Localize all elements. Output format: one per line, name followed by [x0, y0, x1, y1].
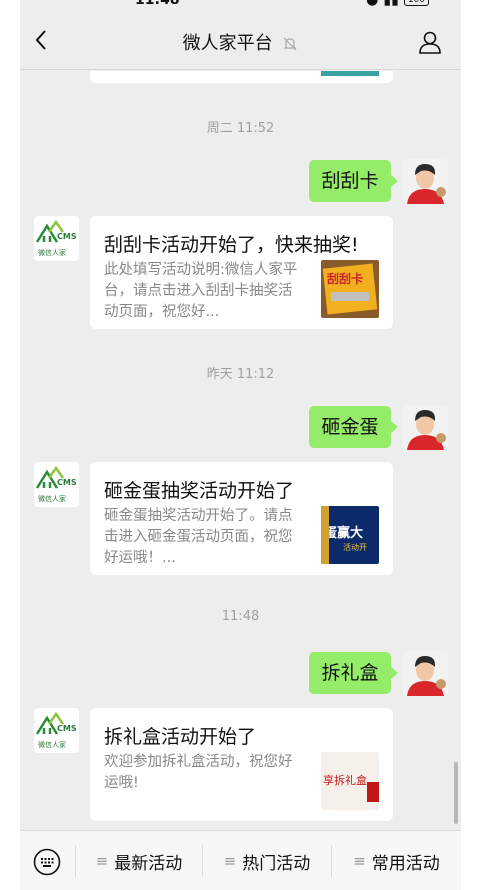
keyboard-toggle-button[interactable]: [33, 848, 61, 876]
bell-off-icon: [283, 37, 297, 51]
cms-avatar-brand: CMS: [57, 232, 77, 241]
user-avatar-image: [403, 159, 448, 204]
cms-avatar-caption: 微信人家: [38, 495, 66, 503]
user-avatar-image: [403, 405, 448, 450]
chat-area: 周二 11:52 刮刮卡 CMS 微信人家 刮刮卡活动开始了，快来抽奖! 此处填…: [20, 71, 461, 829]
cms-avatar[interactable]: CMS 微信人家: [34, 462, 79, 507]
chat-title-area: 微人家平台: [20, 29, 461, 55]
timestamp: 11:48: [221, 609, 260, 624]
cms-avatar-caption: 微信人家: [38, 741, 66, 749]
cms-avatar[interactable]: CMS 微信人家: [34, 216, 79, 261]
alarm-icon: ●: [366, 0, 379, 8]
outgoing-message[interactable]: 刮刮卡: [309, 160, 398, 202]
thumbnail-sub-label: 活动开: [343, 543, 367, 552]
menu-item-label: 常用活动: [371, 853, 440, 874]
golden-egg-thumbnail: 蛋赢大 活动开: [321, 506, 379, 564]
gift-box-thumbnail: 享拆礼盒: [321, 752, 379, 810]
menu-list-icon: ≡: [95, 852, 109, 870]
keyboard-icon: [33, 848, 61, 876]
card-title: 拆礼盒活动开始了: [104, 726, 257, 748]
status-icons: ● ▮▮ 100: [366, 0, 429, 8]
nav-bar: 微人家平台: [20, 10, 461, 70]
outgoing-message[interactable]: 拆礼盒: [309, 652, 398, 694]
bottom-menu-bar: ≡ 最新活动 ≡ 热门活动 ≡ 常用活动: [20, 830, 461, 890]
status-time: 11:48: [135, 0, 180, 8]
card-title: 刮刮卡活动开始了，快来抽奖!: [104, 234, 359, 256]
menu-hot-activities[interactable]: ≡ 热门活动: [203, 831, 331, 890]
activity-card[interactable]: 砸金蛋抽奖活动开始了 砸金蛋抽奖活动开始了。请点击进入砸金蛋活动页面，祝您好运哦…: [90, 462, 393, 575]
scratch-card-thumbnail: 刮刮卡: [321, 260, 379, 318]
battery-icon: 100: [403, 0, 429, 6]
chat-title: 微人家平台: [182, 33, 273, 54]
user-avatar-image: [403, 651, 448, 696]
profile-button[interactable]: [417, 29, 443, 55]
scrollbar-thumb[interactable]: [454, 762, 458, 824]
user-avatar[interactable]: [403, 405, 448, 450]
menu-common-activities[interactable]: ≡ 常用活动: [332, 831, 461, 890]
timestamp: 周二 11:52: [206, 121, 275, 136]
cms-avatar-brand: CMS: [57, 478, 77, 487]
timestamp: 昨天 11:12: [206, 367, 275, 382]
menu-list-icon: ≡: [223, 852, 237, 870]
thumbnail-label: 享拆礼盒: [323, 774, 367, 787]
previous-card[interactable]: [90, 71, 393, 83]
signal-icon: ▮▮: [383, 0, 399, 8]
user-avatar[interactable]: [403, 651, 448, 696]
user-avatar[interactable]: [403, 159, 448, 204]
phone-screen: 11:48 ● ▮▮ 100 微人家平台 周二 11:52 刮刮卡 CMS 微信…: [20, 0, 461, 890]
menu-latest-activities[interactable]: ≡ 最新活动: [76, 831, 202, 890]
menu-list-icon: ≡: [353, 852, 366, 870]
card-description: 此处填写活动说明:微信人家平台，请点击进入刮刮卡抽奖活动页面，祝您好...: [104, 262, 298, 320]
cms-avatar-caption: 微信人家: [38, 249, 66, 257]
previous-card-thumb: [321, 71, 379, 76]
cms-avatar[interactable]: CMS 微信人家: [34, 708, 79, 753]
outgoing-message[interactable]: 砸金蛋: [309, 406, 398, 448]
thumbnail-label: 蛋赢大: [324, 526, 364, 541]
person-icon: [419, 31, 441, 54]
card-description: 砸金蛋抽奖活动开始了。请点击进入砸金蛋活动页面，祝您好运哦！...: [104, 508, 293, 566]
menu-item-label: 热门活动: [242, 853, 311, 874]
thumbnail-label: 刮刮卡: [327, 272, 364, 286]
cms-avatar-brand: CMS: [57, 724, 77, 733]
status-bar: 11:48 ● ▮▮ 100: [20, 0, 461, 10]
activity-card[interactable]: 刮刮卡活动开始了，快来抽奖! 此处填写活动说明:微信人家平台，请点击进入刮刮卡抽…: [90, 216, 393, 329]
activity-card[interactable]: 拆礼盒活动开始了 欢迎参加拆礼盒活动，祝您好运哦! 享拆礼盒: [90, 708, 393, 821]
menu-item-label: 最新活动: [114, 853, 183, 874]
card-description: 欢迎参加拆礼盒活动，祝您好运哦!: [104, 754, 293, 791]
card-title: 砸金蛋抽奖活动开始了: [104, 480, 295, 502]
